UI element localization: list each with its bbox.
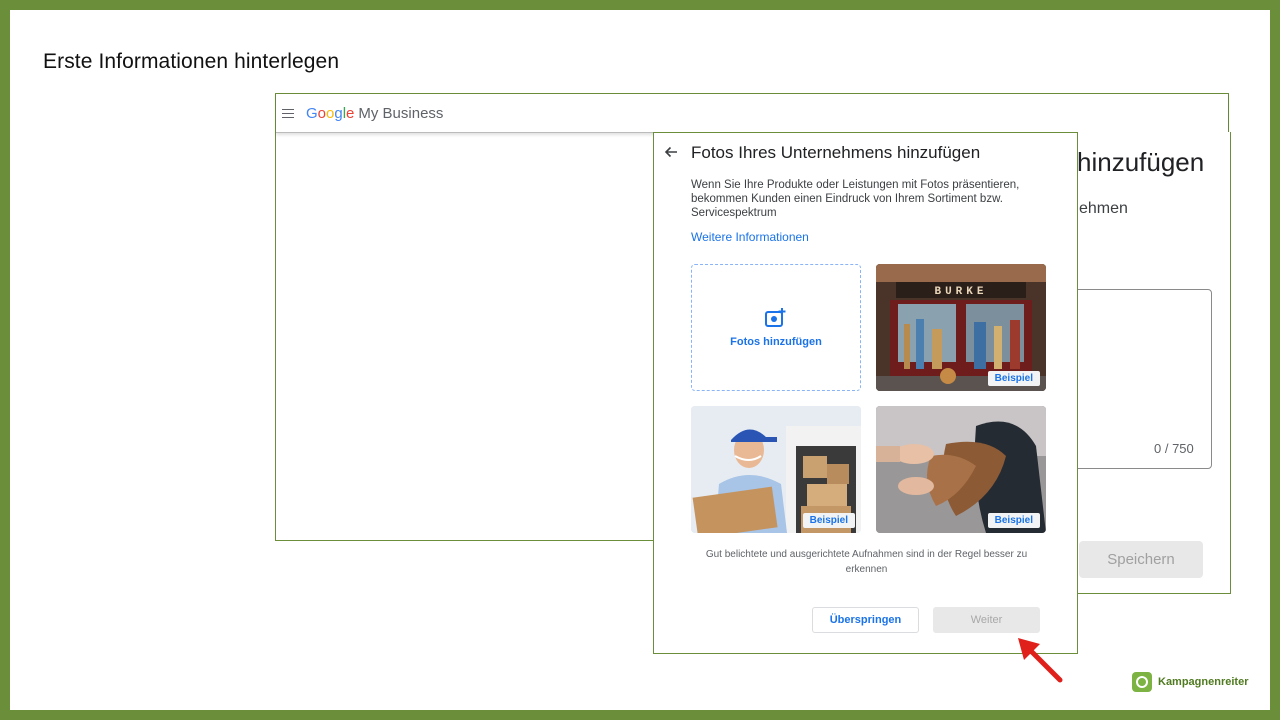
kampagnenreiter-logo: Kampagnenreiter — [1132, 672, 1248, 692]
background-heading: hinzufügen — [1077, 147, 1205, 177]
save-button[interactable]: Speichern — [1079, 541, 1203, 578]
dialog-title: Fotos Ihres Unternehmens hinzufügen — [691, 143, 981, 162]
google-my-business-logo[interactable]: Google My Business — [306, 105, 443, 122]
background-subtext: ehmen — [1079, 200, 1128, 217]
example-badge: Beispiel — [987, 513, 1040, 528]
back-arrow-icon[interactable] — [664, 145, 678, 159]
example-photo-hair: Beispiel — [876, 406, 1046, 533]
hamburger-menu-icon[interactable] — [282, 108, 294, 118]
example-photo-delivery: Beispiel — [691, 406, 861, 533]
skip-button[interactable]: Überspringen — [812, 607, 919, 633]
slide-title: Erste Informationen hinterlegen — [43, 50, 340, 73]
shop-sign-text: BURKE — [934, 286, 987, 298]
photo-quality-hint: Gut belichtete und ausgerichtete Aufnahm… — [705, 549, 1028, 575]
kampagnenreiter-icon — [1132, 672, 1152, 692]
example-badge: Beispiel — [987, 371, 1040, 386]
add-photos-dialog: Fotos Ihres Unternehmens hinzufügen Wenn… — [653, 132, 1078, 654]
slide: Erste Informationen hinterlegen Google My… — [10, 10, 1270, 710]
add-photos-tile[interactable]: Fotos hinzufügen — [691, 264, 861, 391]
character-counter: 0 / 750 — [1154, 441, 1194, 456]
example-badge: Beispiel — [802, 513, 855, 528]
add-photos-label: Fotos hinzufügen — [730, 335, 822, 348]
example-photo-shop: BURKE Beispiel — [876, 264, 1046, 391]
gmb-header: Google My Business — [276, 94, 1228, 133]
add-photo-icon — [765, 307, 786, 327]
red-pointer-arrow-icon — [1018, 638, 1063, 683]
brand-name: Kampagnenreiter — [1158, 676, 1249, 688]
dialog-description: Wenn Sie Ihre Produkte oder Leistungen m… — [691, 179, 1020, 219]
more-info-link[interactable]: Weitere Informationen — [691, 230, 809, 244]
